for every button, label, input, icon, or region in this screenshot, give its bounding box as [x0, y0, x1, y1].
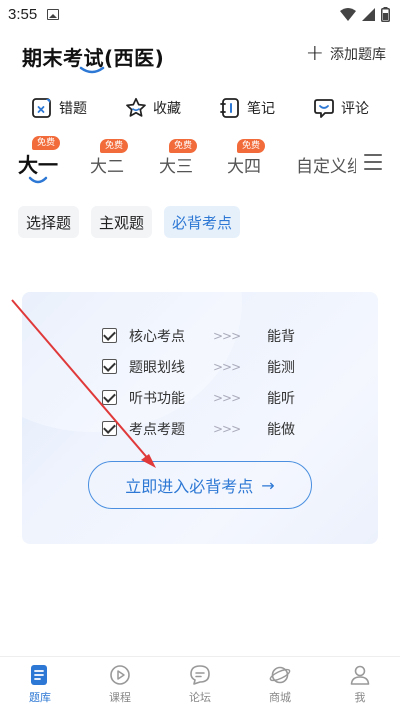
checkbox-icon [102, 421, 117, 436]
smile-underline-icon [79, 66, 105, 74]
tab-custom[interactable]: 自定义组 [296, 152, 356, 177]
tab-year-4[interactable]: 免费 大四 [227, 139, 266, 177]
picture-icon [47, 8, 60, 20]
sub-tabs: 选择题 主观题 必背考点 [18, 206, 241, 238]
header: 期末考试(西医) + 添加题库 [0, 34, 400, 78]
plus-icon: + [305, 41, 324, 66]
nav-question-bank[interactable]: 题库 [0, 657, 80, 711]
tab-year-2[interactable]: 免费 大二 [90, 139, 129, 177]
nav-question-bank-label: 题库 [29, 690, 51, 704]
checkbox-icon [102, 390, 117, 405]
nav-me[interactable]: 我 [320, 657, 400, 711]
status-time: 3:55 [8, 5, 38, 23]
signal-icon [362, 7, 375, 21]
user-icon [349, 664, 371, 686]
quick-actions: 错题 收藏 笔记 评论 [0, 92, 400, 124]
arrows-icon: >>> [213, 390, 241, 405]
wrong-questions-label: 错题 [59, 101, 87, 117]
wifi-icon [340, 7, 356, 21]
arrows-icon: >>> [213, 359, 241, 374]
enter-key-points-button[interactable]: 立即进入必背考点 → [88, 461, 312, 509]
tab-year-4-label: 大四 [227, 157, 261, 177]
arrows-icon: >>> [213, 421, 241, 436]
nav-forum[interactable]: 论坛 [160, 657, 240, 711]
play-icon [109, 664, 131, 686]
comments-button[interactable]: 评论 [313, 92, 369, 124]
nav-courses[interactable]: 课程 [80, 657, 160, 711]
checkbox-icon [102, 359, 117, 374]
tab-key-points[interactable]: 必背考点 [164, 206, 241, 238]
feature-name: 听书功能 [129, 390, 185, 407]
nav-mall-label: 商城 [269, 690, 291, 704]
feature-ability: 能听 [267, 390, 295, 407]
feature-ability: 能背 [267, 328, 295, 345]
notes-button[interactable]: 笔记 [219, 92, 275, 124]
grade-tabs: 免费 大一 免费 大二 免费 大三 免费 大四 自定义组 [0, 136, 400, 188]
feature-name: 核心考点 [129, 328, 185, 345]
feature-row: 听书功能 >>> 能听 [102, 382, 342, 413]
feature-ability: 能测 [267, 359, 295, 376]
checkbox-icon [102, 328, 117, 343]
nav-mall[interactable]: 商城 [240, 657, 320, 711]
tab-year-1[interactable]: 免费 大一 [18, 136, 61, 178]
tab-multiple-choice[interactable]: 选择题 [18, 206, 80, 238]
arrows-icon: >>> [213, 328, 241, 343]
arrow-right-icon: → [261, 475, 275, 495]
feature-row: 核心考点 >>> 能背 [102, 320, 342, 351]
add-bank-button[interactable]: + 添加题库 [305, 41, 386, 66]
question-bank-icon [29, 664, 51, 686]
feature-name: 题眼划线 [129, 359, 185, 376]
active-tab-indicator [28, 176, 48, 184]
feature-row: 题眼划线 >>> 能测 [102, 351, 342, 382]
favorites-label: 收藏 [153, 101, 181, 117]
wrong-questions-button[interactable]: 错题 [31, 92, 87, 124]
feature-list: 核心考点 >>> 能背 题眼划线 >>> 能测 听书功能 >>> 能听 考点考题… [102, 320, 342, 444]
tab-subjective[interactable]: 主观题 [91, 206, 153, 238]
enter-key-points-label: 立即进入必背考点 [125, 477, 254, 496]
battery-icon [381, 6, 390, 22]
comments-label: 评论 [341, 101, 369, 117]
tab-custom-label: 自定义组 [296, 157, 356, 177]
bottom-nav: 题库 课程 论坛 商城 我 [0, 656, 400, 711]
feature-name: 考点考题 [129, 421, 185, 438]
tab-year-3-label: 大三 [159, 157, 193, 177]
nav-courses-label: 课程 [109, 690, 131, 704]
free-badge: 免费 [169, 139, 198, 153]
menu-icon[interactable] [364, 154, 382, 170]
feature-row: 考点考题 >>> 能做 [102, 413, 342, 444]
tab-year-2-label: 大二 [90, 157, 124, 177]
nav-forum-label: 论坛 [189, 690, 211, 704]
nav-me-label: 我 [354, 690, 366, 704]
chat-icon [189, 664, 211, 686]
free-badge: 免费 [100, 139, 129, 153]
favorites-button[interactable]: 收藏 [125, 92, 181, 124]
status-icons [340, 6, 390, 22]
comment-icon [313, 97, 335, 119]
star-icon [125, 97, 147, 119]
planet-icon [269, 664, 291, 686]
notes-label: 笔记 [247, 101, 275, 117]
key-points-promo-card: 核心考点 >>> 能背 题眼划线 >>> 能测 听书功能 >>> 能听 考点考题… [22, 292, 378, 544]
free-badge: 免费 [237, 139, 266, 153]
free-badge: 免费 [32, 136, 61, 150]
notebook-icon [219, 97, 241, 119]
tab-year-1-label: 大一 [18, 153, 58, 177]
feature-ability: 能做 [267, 421, 295, 438]
status-bar: 3:55 [0, 0, 400, 28]
add-bank-label: 添加题库 [330, 47, 386, 63]
wrong-questions-icon [31, 97, 53, 119]
tab-year-3[interactable]: 免费 大三 [159, 139, 198, 177]
